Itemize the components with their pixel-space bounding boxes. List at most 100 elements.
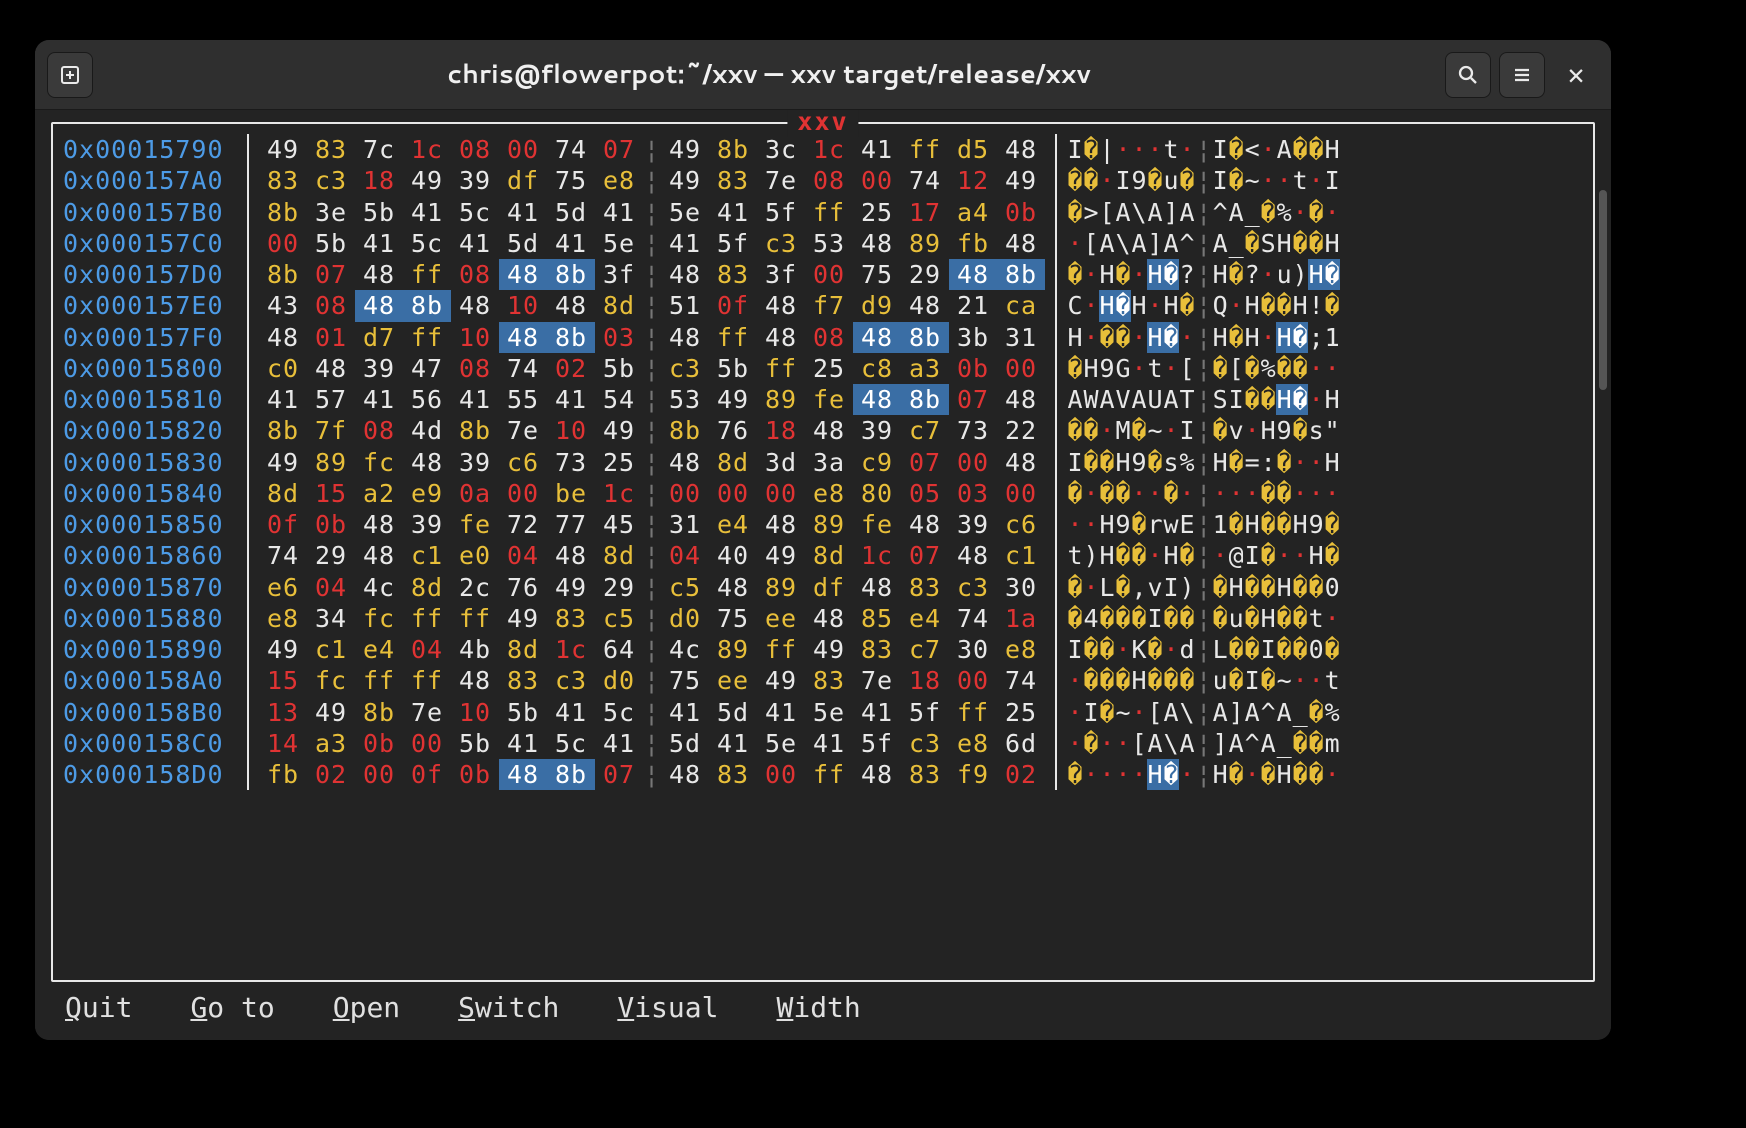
- ascii-char: �: [1212, 572, 1228, 603]
- ascii-char: ·: [1147, 540, 1163, 571]
- address: 0x00015890: [59, 634, 249, 665]
- ascii-char: H: [1324, 384, 1340, 415]
- byte: f9: [949, 759, 997, 790]
- close-button[interactable]: ✕: [1553, 52, 1599, 98]
- byte: 3f: [595, 259, 643, 290]
- byte: 01: [307, 322, 355, 353]
- byte: 40: [709, 540, 757, 571]
- byte: 8b: [547, 322, 595, 353]
- ascii-char: H: [1212, 447, 1228, 478]
- ascii-char: ^: [1212, 197, 1228, 228]
- byte: 5c: [595, 697, 643, 728]
- ascii-char: �: [1163, 322, 1179, 353]
- menu-button[interactable]: [1499, 52, 1545, 98]
- byte: a3: [307, 728, 355, 759]
- hex-row: 0x00015870e6044c8d2c764929¦c54889df4883c…: [59, 572, 1587, 603]
- ascii-char: �: [1131, 540, 1147, 571]
- byte: ff: [403, 322, 451, 353]
- new-tab-button[interactable]: [47, 52, 93, 98]
- ascii-char: �: [1308, 572, 1324, 603]
- ascii-char: ·: [1131, 697, 1147, 728]
- hex-bytes: 8b0748ff08488b3f¦48833f007529488b: [249, 259, 1055, 290]
- hex-bytes: 14a30b005b415c41¦5d415e415fc3e86d: [249, 728, 1055, 759]
- ascii-char: A: [1228, 728, 1244, 759]
- byte: 5d: [499, 228, 547, 259]
- ascii-char: C: [1067, 290, 1083, 321]
- ascii-char: 9: [1131, 447, 1147, 478]
- byte: 30: [949, 634, 997, 665]
- ascii-char: �: [1260, 759, 1276, 790]
- ascii-char: H: [1276, 384, 1292, 415]
- ascii-char: ·: [1067, 509, 1083, 540]
- ascii-char: ·: [1308, 478, 1324, 509]
- hex-separator: ¦: [643, 259, 661, 290]
- ascii-char: I: [1067, 634, 1083, 665]
- byte: 48: [451, 290, 499, 321]
- menu-item[interactable]: Switch: [458, 991, 559, 1024]
- byte: 43: [259, 290, 307, 321]
- search-button[interactable]: [1445, 52, 1491, 98]
- ascii-char: A: [1147, 197, 1163, 228]
- ascii-char: H: [1244, 322, 1260, 353]
- menu-item[interactable]: Visual: [617, 991, 718, 1024]
- ascii-char: H: [1308, 259, 1324, 290]
- hex-bytes: 4989fc4839c67325¦488d3d3ac9070048: [249, 447, 1055, 478]
- byte: 41: [259, 384, 307, 415]
- byte: 48: [355, 290, 403, 321]
- menu-item[interactable]: Quit: [65, 991, 132, 1024]
- ascii-char: ·: [1292, 540, 1308, 571]
- ascii-char: H: [1292, 290, 1308, 321]
- ascii-char: ;: [1308, 322, 1324, 353]
- byte: ff: [451, 603, 499, 634]
- scrollbar-thumb[interactable]: [1599, 190, 1607, 390]
- terminal-body[interactable]: xxv 0x0001579049837c1c08007407¦498b3c1c4…: [35, 110, 1611, 1040]
- menu-item[interactable]: Open: [333, 991, 400, 1024]
- ascii-char: !: [1308, 290, 1324, 321]
- hex-row: 0x00015800c04839470874025b¦c35bff25c8a30…: [59, 353, 1587, 384]
- byte: 48: [757, 290, 805, 321]
- titlebar: chris@flowerpot:~/xxv — xxv target/relea…: [35, 40, 1611, 110]
- byte: 31: [661, 509, 709, 540]
- ascii-char: H: [1131, 290, 1147, 321]
- ascii-char: r: [1147, 509, 1163, 540]
- byte: 39: [949, 509, 997, 540]
- ascii-char: %: [1260, 353, 1276, 384]
- byte: 48: [451, 665, 499, 696]
- ascii-char: �: [1260, 572, 1276, 603]
- byte: 49: [403, 165, 451, 196]
- byte: 83: [259, 165, 307, 196]
- byte: 00: [853, 165, 901, 196]
- ascii-char: [: [1179, 353, 1195, 384]
- hex-separator: ¦: [643, 290, 661, 321]
- byte: 07: [949, 384, 997, 415]
- byte: 10: [499, 290, 547, 321]
- byte: 41: [355, 228, 403, 259]
- ascii-char: �: [1163, 759, 1179, 790]
- ascii-char: H: [1115, 447, 1131, 478]
- ascii-char: H: [1212, 759, 1228, 790]
- ascii-char: ·: [1083, 322, 1099, 353]
- byte: 48: [901, 290, 949, 321]
- ascii-char: �: [1099, 697, 1115, 728]
- ascii-char: ·: [1212, 478, 1228, 509]
- menu-item[interactable]: Width: [776, 991, 860, 1024]
- byte: ff: [805, 197, 853, 228]
- ascii-char: �: [1115, 572, 1131, 603]
- address: 0x000158C0: [59, 728, 249, 759]
- ascii-char: ·: [1131, 478, 1147, 509]
- ascii-char: ·: [1147, 134, 1163, 165]
- ascii-char: �: [1131, 603, 1147, 634]
- ascii-char: ·: [1308, 384, 1324, 415]
- ascii-char: �: [1260, 384, 1276, 415]
- ascii-separator: ¦: [1195, 697, 1212, 728]
- byte: 48: [547, 290, 595, 321]
- byte: 00: [757, 478, 805, 509]
- byte: 39: [403, 509, 451, 540]
- ascii-char: �: [1083, 665, 1099, 696]
- byte: 8d: [595, 540, 643, 571]
- byte: 48: [661, 759, 709, 790]
- byte: 83: [307, 134, 355, 165]
- menu-item[interactable]: Go to: [190, 991, 274, 1024]
- address: 0x00015790: [59, 134, 249, 165]
- byte: 8b: [901, 322, 949, 353]
